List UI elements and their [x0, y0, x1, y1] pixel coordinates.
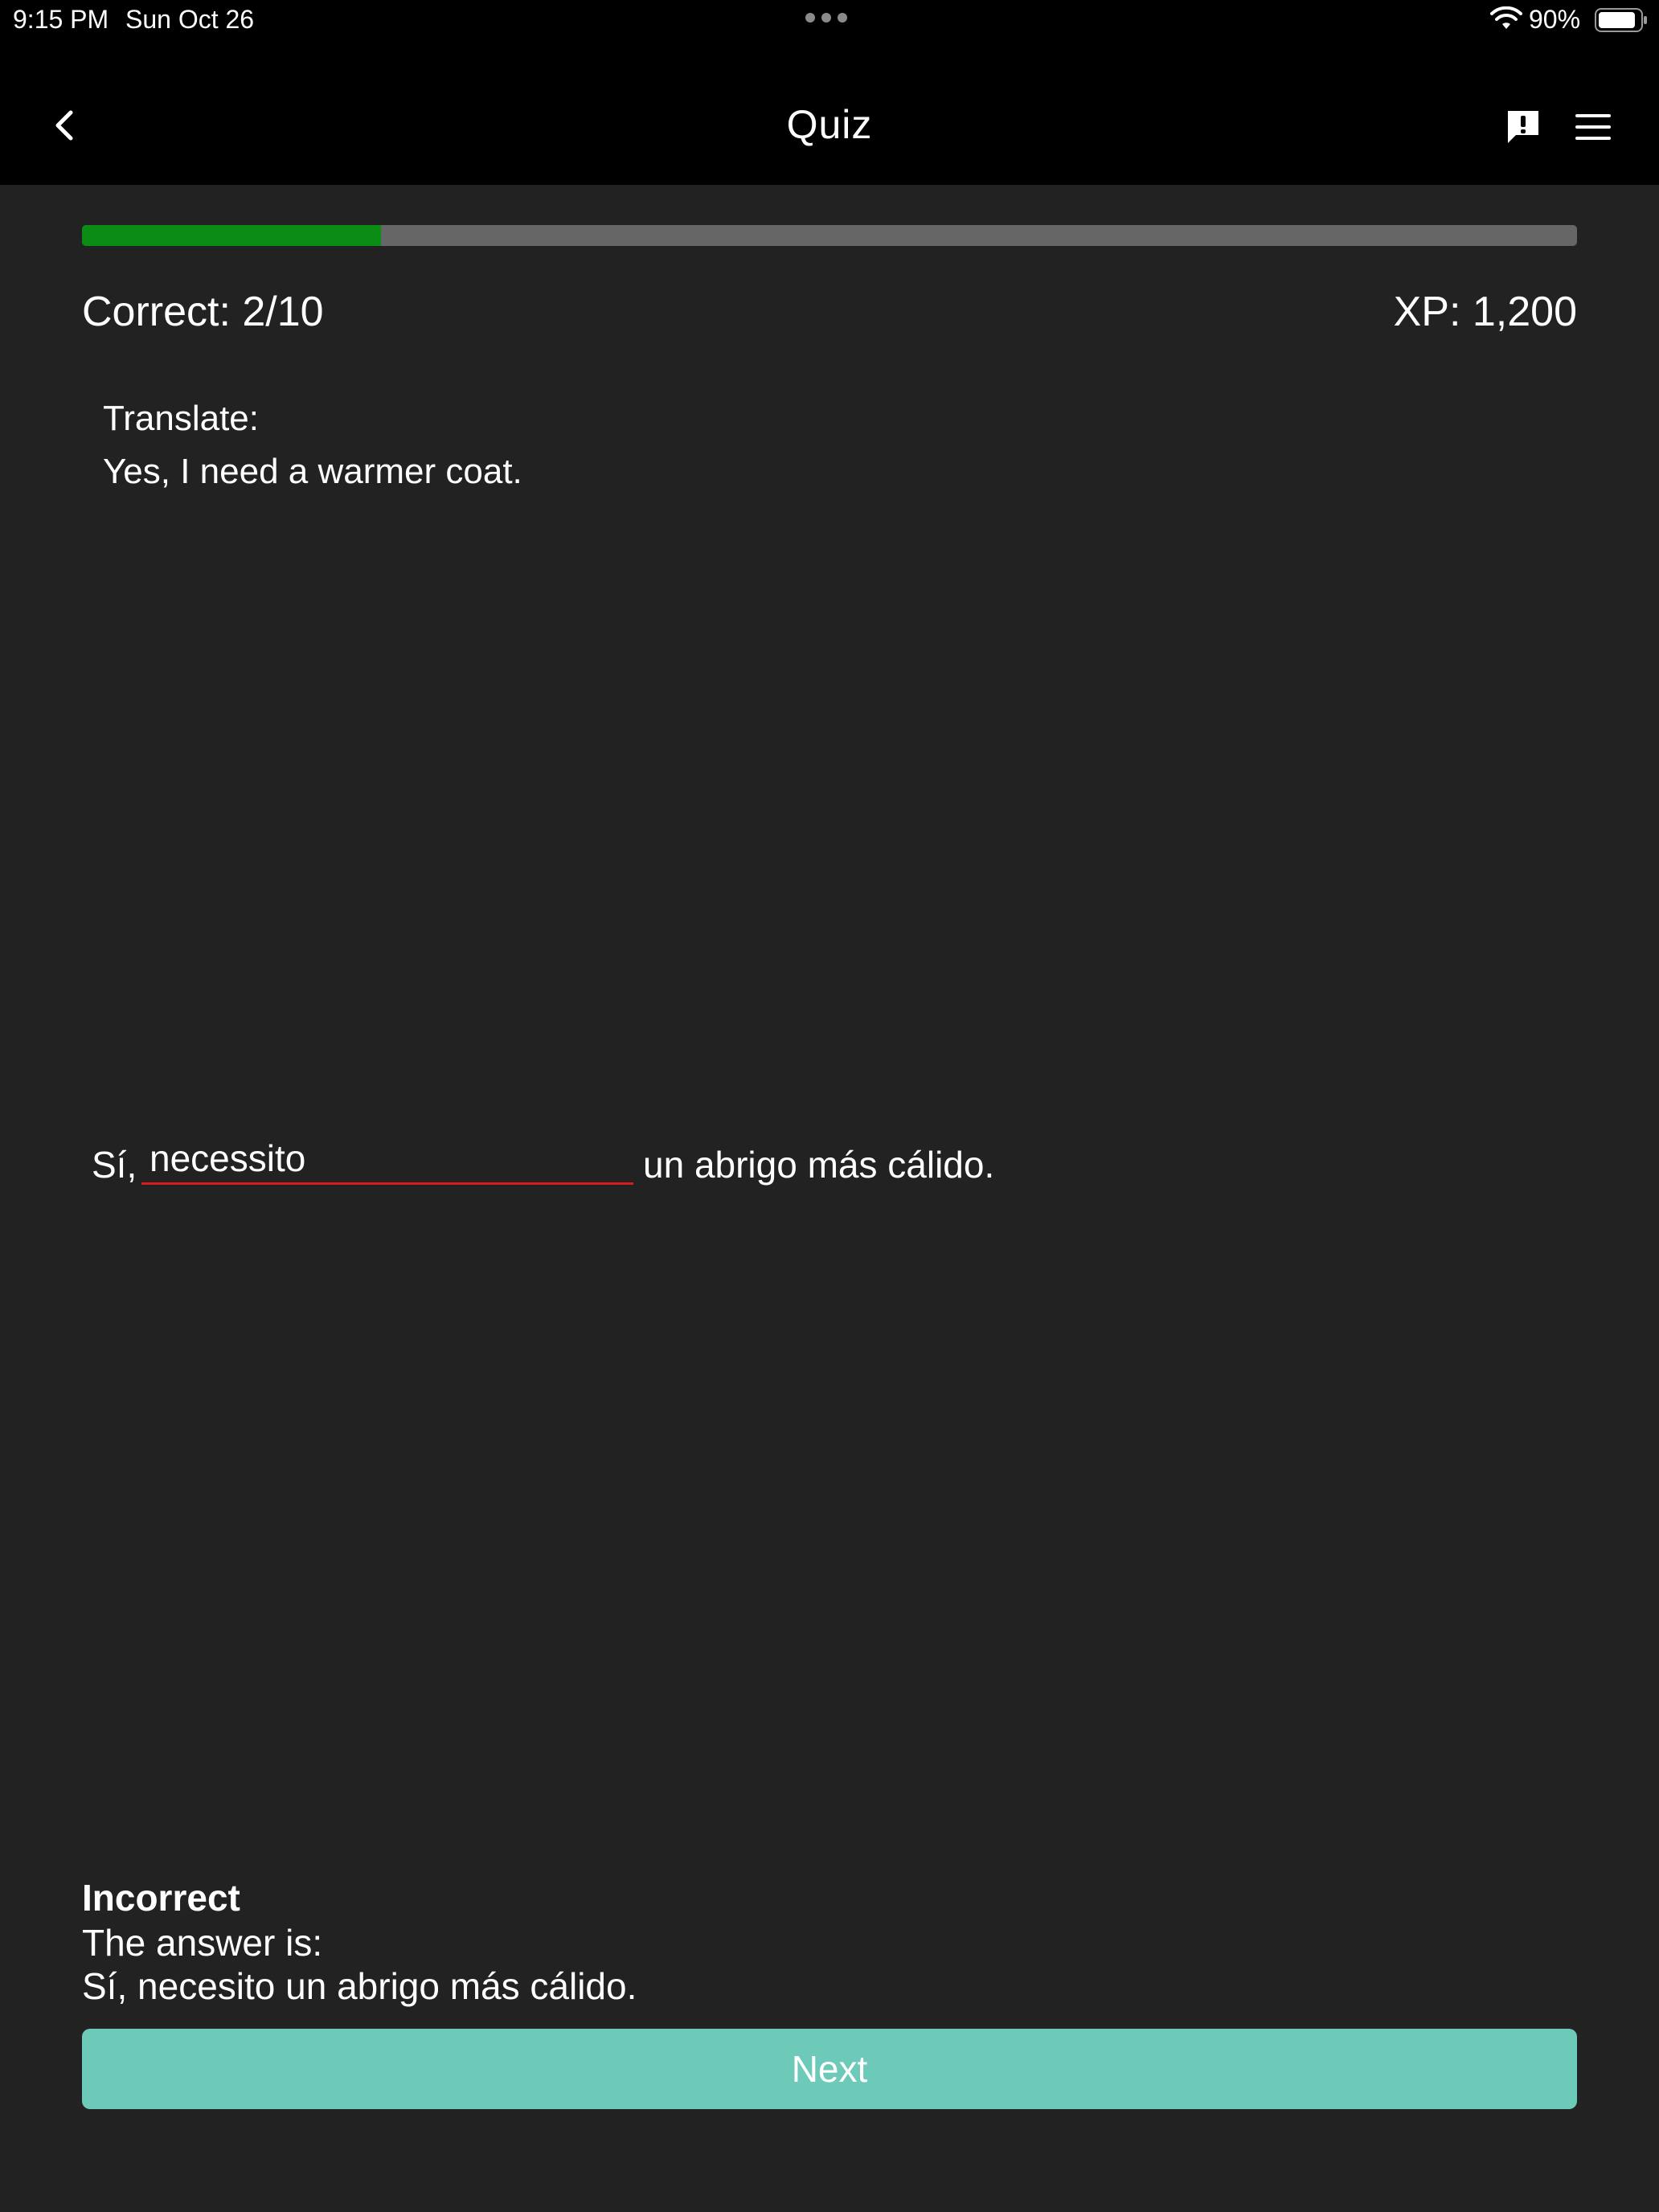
correct-count: Correct: 2/10 [82, 289, 324, 335]
result-label: The answer is: [82, 1922, 323, 1964]
answer-input[interactable] [141, 1133, 633, 1185]
nav-bar: Quiz [0, 40, 1659, 185]
prompt-sentence: Yes, I need a warmer coat. [103, 452, 522, 491]
report-icon[interactable] [1505, 108, 1542, 145]
hamburger-menu-icon[interactable] [1574, 111, 1612, 143]
status-time: 9:15 PM [13, 5, 109, 34]
page-title: Quiz [786, 102, 873, 147]
sentence-prefix: Sí, [92, 1144, 137, 1186]
result-status: Incorrect [82, 1877, 240, 1919]
quiz-progress-fill [82, 225, 381, 246]
sentence-suffix: un abrigo más cálido. [643, 1144, 995, 1186]
battery-icon [1595, 8, 1647, 32]
multitasking-dots-icon[interactable] [805, 13, 847, 23]
battery-percent: 90% [1529, 5, 1581, 34]
correct-answer: Sí, necesito un abrigo más cálido. [82, 1965, 637, 2007]
status-date: Sun Oct 26 [125, 5, 255, 34]
next-button[interactable]: Next [82, 2029, 1577, 2109]
status-bar: 9:15 PM Sun Oct 26 90% [0, 0, 1659, 40]
quiz-progress-bar [82, 225, 1577, 246]
prompt-label: Translate: [103, 399, 260, 438]
wifi-icon [1490, 6, 1522, 29]
xp-count: XP: 1,200 [1393, 289, 1577, 335]
